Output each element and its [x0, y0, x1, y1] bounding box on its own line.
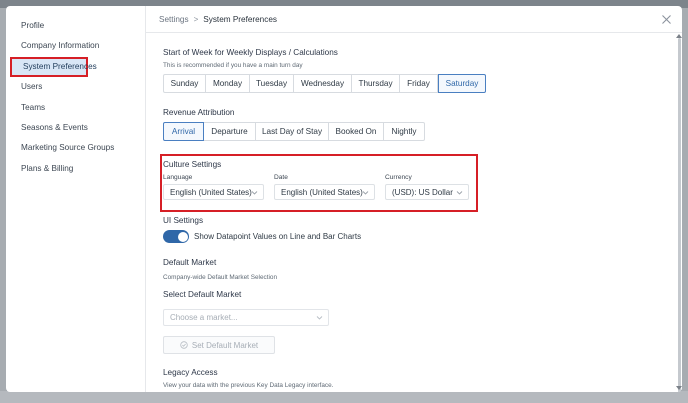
language-select[interactable]: English (United States): [163, 184, 264, 200]
currency-label: Currency: [385, 174, 412, 181]
background-bottom-strip: [0, 391, 688, 403]
datapoint-values-toggle-label: Show Datapoint Values on Line and Bar Ch…: [194, 232, 362, 241]
week-option-tuesday[interactable]: Tuesday: [250, 74, 294, 93]
language-label: Language: [163, 174, 193, 181]
default-market-title: Default Market: [163, 258, 217, 267]
week-start-selector: Sunday Monday Tuesday Wednesday Thursday…: [163, 74, 486, 93]
date-select[interactable]: English (United States): [274, 184, 375, 200]
breadcrumb: Settings > System Preferences: [146, 6, 682, 33]
datapoint-values-toggle[interactable]: [163, 230, 189, 243]
chevron-down-icon: [316, 316, 323, 320]
content-scrollbar[interactable]: [676, 34, 682, 392]
revenue-option-booked-on[interactable]: Booked On: [329, 122, 384, 141]
legacy-access-subtitle: View your data with the previous Key Dat…: [163, 382, 334, 389]
settings-content: Settings > System Preferences Start of W…: [146, 6, 682, 392]
date-select-value: English (United States): [281, 187, 363, 197]
culture-settings-title: Culture Settings: [163, 160, 222, 169]
preferences-scroll-area[interactable]: Start of Week for Weekly Displays / Calc…: [146, 34, 676, 392]
chevron-down-icon: [251, 191, 258, 195]
select-default-market-title: Select Default Market: [163, 290, 242, 299]
week-option-saturday[interactable]: Saturday: [438, 74, 486, 93]
week-option-monday[interactable]: Monday: [206, 74, 250, 93]
background-right-edge: [682, 8, 688, 391]
page-title: System Preferences: [203, 14, 277, 24]
breadcrumb-settings-link[interactable]: Settings: [159, 15, 189, 24]
week-option-wednesday[interactable]: Wednesday: [294, 74, 352, 93]
market-select[interactable]: Choose a market...: [163, 309, 329, 326]
set-default-market-button[interactable]: Set Default Market: [163, 336, 275, 354]
language-select-value: English (United States): [170, 187, 252, 197]
sidebar-item-plans-billing[interactable]: Plans & Billing: [6, 159, 145, 179]
market-select-placeholder: Choose a market...: [170, 313, 238, 322]
sidebar-item-users[interactable]: Users: [6, 77, 145, 97]
sidebar-item-system-preferences[interactable]: System Preferences: [10, 56, 97, 78]
revenue-attribution-title: Revenue Attribution: [163, 108, 235, 117]
week-option-thursday[interactable]: Thursday: [352, 74, 400, 93]
revenue-option-last-day-of-stay[interactable]: Last Day of Stay: [256, 122, 329, 141]
week-option-sunday[interactable]: Sunday: [163, 74, 206, 93]
week-option-friday[interactable]: Friday: [400, 74, 438, 93]
settings-sidebar: Profile Company Information System Prefe…: [6, 6, 146, 392]
sidebar-item-profile[interactable]: Profile: [6, 16, 145, 36]
scroll-down-icon[interactable]: [676, 386, 682, 390]
currency-select[interactable]: (USD): US Dollar: [385, 184, 469, 200]
sidebar-item-company-information[interactable]: Company Information: [6, 36, 145, 56]
scroll-thumb[interactable]: [678, 38, 681, 392]
sidebar-item-marketing-source-groups[interactable]: Marketing Source Groups: [6, 138, 145, 158]
currency-select-value: (USD): US Dollar: [392, 187, 453, 197]
date-label: Date: [274, 174, 288, 181]
revenue-option-nightly[interactable]: Nightly: [384, 122, 425, 141]
set-default-market-label: Set Default Market: [191, 340, 259, 350]
toggle-knob: [177, 231, 188, 242]
revenue-option-departure[interactable]: Departure: [204, 122, 256, 141]
sidebar-item-seasons-events[interactable]: Seasons & Events: [6, 118, 145, 138]
check-circle-icon: [180, 341, 188, 349]
close-icon[interactable]: [661, 14, 672, 25]
sidebar-item-teams[interactable]: Teams: [6, 98, 145, 118]
revenue-option-arrival[interactable]: Arrival: [163, 122, 204, 141]
legacy-access-title: Legacy Access: [163, 368, 218, 377]
settings-modal: Profile Company Information System Prefe…: [6, 6, 682, 392]
ui-settings-title: UI Settings: [163, 216, 204, 225]
revenue-attribution-selector: Arrival Departure Last Day of Stay Booke…: [163, 122, 425, 141]
week-start-title: Start of Week for Weekly Displays / Calc…: [163, 48, 338, 57]
default-market-subtitle: Company-wide Default Market Selection: [163, 274, 278, 281]
chevron-down-icon: [362, 191, 369, 195]
week-start-subtitle: This is recommended if you have a main t…: [163, 62, 303, 69]
chevron-down-icon: [456, 191, 463, 195]
breadcrumb-separator: >: [193, 14, 199, 24]
